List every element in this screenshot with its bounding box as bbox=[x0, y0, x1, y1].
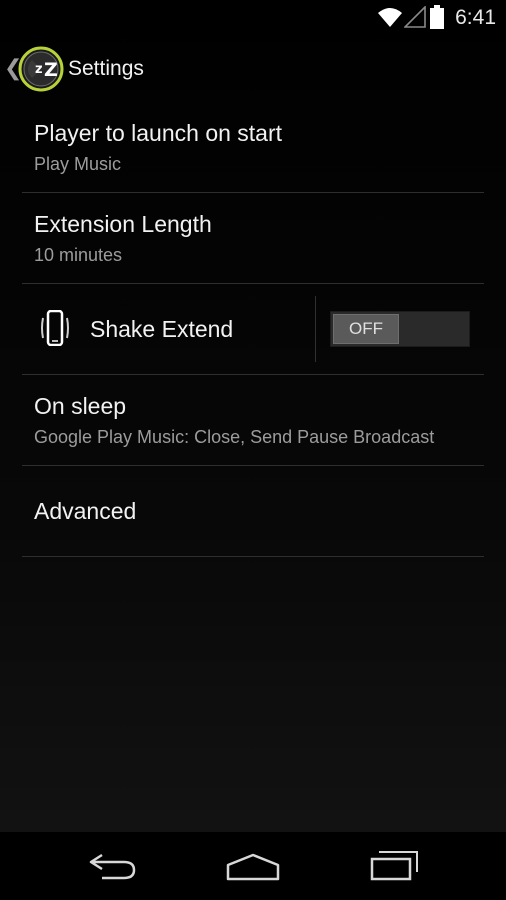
recents-icon[interactable] bbox=[369, 850, 421, 882]
pref-extension-length[interactable]: Extension Length 10 minutes bbox=[22, 193, 484, 284]
battery-icon bbox=[430, 5, 444, 29]
pref-title: On sleep bbox=[34, 393, 127, 419]
toggle-divider bbox=[315, 296, 316, 362]
pref-shake-extend[interactable]: Shake Extend OFF bbox=[22, 284, 484, 375]
pref-title: Player to launch on start bbox=[34, 120, 283, 146]
shake-extend-toggle[interactable]: OFF bbox=[330, 311, 470, 347]
pref-summary: Play Music bbox=[34, 154, 122, 174]
home-icon[interactable] bbox=[225, 852, 281, 882]
app-logo-icon[interactable]: z Z bbox=[18, 46, 64, 92]
status-bar: 6:41 bbox=[0, 0, 506, 38]
pref-summary: 10 minutes bbox=[34, 245, 123, 265]
svg-text:z: z bbox=[35, 62, 43, 77]
navigation-bar bbox=[0, 832, 506, 900]
phone-shake-icon bbox=[41, 310, 69, 346]
cell-signal-icon bbox=[404, 6, 426, 28]
back-icon[interactable] bbox=[88, 852, 138, 882]
svg-text:Z: Z bbox=[44, 59, 58, 81]
settings-list: Player to launch on start Play Music Ext… bbox=[22, 102, 484, 557]
pref-on-sleep[interactable]: On sleep Google Play Music: Close, Send … bbox=[22, 375, 484, 466]
pref-advanced[interactable]: Advanced bbox=[22, 466, 484, 557]
pref-summary: Google Play Music: Close, Send Pause Bro… bbox=[34, 427, 435, 447]
pref-player-to-launch[interactable]: Player to launch on start Play Music bbox=[22, 102, 484, 193]
page-title: Settings bbox=[68, 57, 144, 80]
pref-title: Extension Length bbox=[34, 211, 212, 237]
pref-title: Advanced bbox=[34, 498, 137, 524]
pref-title: Shake Extend bbox=[90, 316, 234, 342]
toggle-thumb[interactable]: OFF bbox=[333, 314, 399, 344]
status-time: 6:41 bbox=[455, 6, 496, 29]
wifi-icon bbox=[378, 8, 402, 27]
settings-screen: 6:41 ❮ z Z Settings Player to launch on … bbox=[0, 0, 506, 900]
action-bar[interactable]: ❮ z Z Settings bbox=[0, 38, 506, 102]
